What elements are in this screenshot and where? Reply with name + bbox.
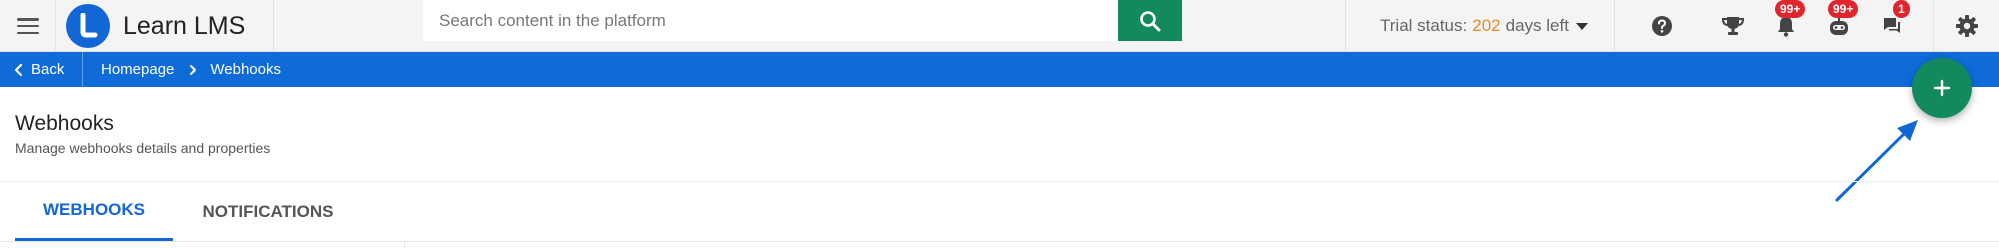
- help-icon: [1652, 16, 1672, 36]
- tab-notifications[interactable]: NOTIFICATIONS: [185, 182, 351, 241]
- chevron-left-icon: [14, 63, 23, 76]
- app-logo[interactable]: Learn LMS: [66, 0, 245, 52]
- hamburger-menu-icon[interactable]: [0, 0, 56, 52]
- settings-button[interactable]: [1933, 0, 1999, 52]
- app-name: Learn LMS: [123, 11, 246, 40]
- breadcrumb-homepage[interactable]: Homepage: [101, 61, 174, 78]
- page-subtitle: Manage webhooks details and properties: [15, 140, 271, 156]
- messages-icon: [1884, 18, 1900, 33]
- breadcrumb-bar: Back Homepage Webhooks: [0, 52, 1999, 87]
- panel-split-divider: [404, 242, 405, 248]
- breadcrumb-current: Webhooks: [210, 61, 281, 78]
- chevron-right-icon: [190, 64, 197, 75]
- search-button[interactable]: [1118, 0, 1182, 41]
- notifications-button[interactable]: 99+: [1758, 0, 1814, 52]
- notifications-badge: 99+: [1775, 0, 1806, 18]
- search-icon: [1140, 10, 1161, 31]
- tabs-bottom-border: [0, 241, 1999, 242]
- help-button[interactable]: [1634, 0, 1690, 52]
- search-bar: [423, 0, 1182, 41]
- caret-down-icon: [1575, 22, 1588, 30]
- back-button[interactable]: Back: [0, 52, 83, 87]
- achievements-button[interactable]: [1705, 0, 1761, 52]
- search-input[interactable]: [423, 0, 1118, 41]
- trial-status-dropdown[interactable]: Trial status: 202 days left: [1345, 0, 1615, 52]
- messages-badge: 1: [1893, 0, 1910, 18]
- trophy-icon: [1721, 17, 1745, 35]
- assistant-button[interactable]: 99+: [1811, 0, 1867, 52]
- trial-days-count: 202: [1472, 16, 1501, 35]
- logo-mark-icon: [66, 4, 110, 48]
- breadcrumb: Homepage Webhooks: [101, 52, 281, 87]
- add-webhook-button[interactable]: [1912, 58, 1972, 118]
- assistant-badge: 99+: [1828, 0, 1859, 18]
- settings-gear-icon: [1955, 15, 1978, 37]
- trial-status-prefix: Trial status:: [1380, 16, 1468, 35]
- trial-status-suffix: days left: [1505, 16, 1569, 35]
- tab-webhooks[interactable]: WEBHOOKS: [15, 182, 173, 241]
- header-divider: [273, 0, 274, 52]
- back-label: Back: [31, 61, 65, 78]
- messages-button[interactable]: 1: [1864, 0, 1920, 52]
- page-title: Webhooks: [15, 112, 114, 135]
- plus-icon: [1933, 79, 1951, 97]
- top-header-bar: Learn LMS Trial status: 202 days left: [0, 0, 1999, 52]
